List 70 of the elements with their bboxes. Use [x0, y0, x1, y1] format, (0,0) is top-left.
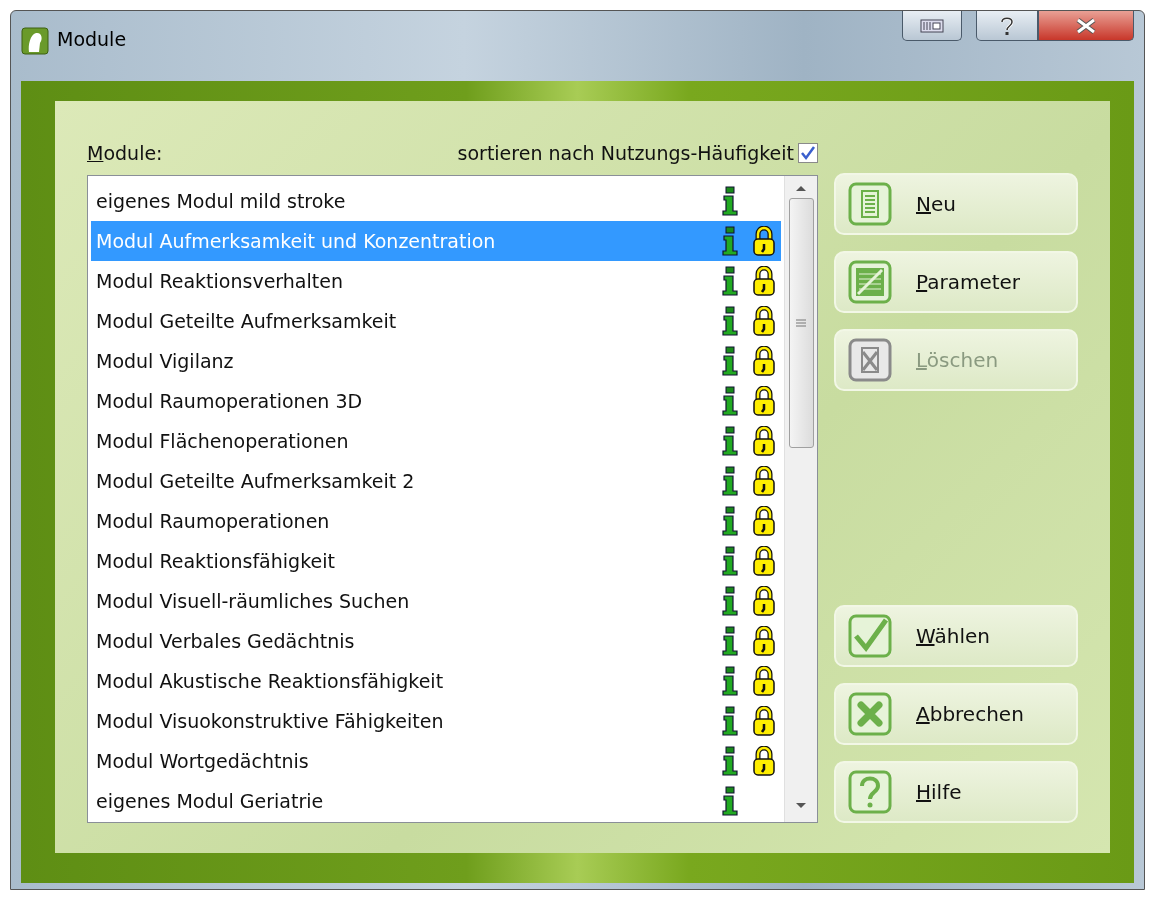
module-row[interactable]: Modul Vigilanz: [91, 341, 781, 381]
checkmark-icon: [848, 614, 892, 658]
edit-icon: [848, 260, 892, 304]
info-icon[interactable]: [722, 466, 738, 496]
module-row[interactable]: Modul Geteilte Aufmerksamkeit 2: [91, 461, 781, 501]
lock-icon: [752, 386, 776, 416]
info-icon[interactable]: [722, 306, 738, 336]
scrollbar[interactable]: [784, 176, 817, 822]
lock-icon: [752, 266, 776, 296]
info-icon[interactable]: [722, 626, 738, 656]
module-row[interactable]: Modul Raumoperationen 3D: [91, 381, 781, 421]
scroll-thumb[interactable]: [788, 198, 814, 448]
lock-icon: [752, 466, 776, 496]
dialog-button[interactable]: Wählen: [834, 605, 1078, 667]
lock-icon: [752, 666, 776, 696]
info-icon[interactable]: [722, 386, 738, 416]
window-title: Module: [57, 27, 127, 52]
lock-icon: [752, 586, 776, 616]
scroll-down-icon[interactable]: [795, 802, 807, 810]
module-row[interactable]: Modul Reaktionsverhalten: [91, 261, 781, 301]
info-icon[interactable]: [722, 666, 738, 696]
lock-icon: [752, 426, 776, 456]
lock-icon: [752, 626, 776, 656]
info-icon[interactable]: [722, 706, 738, 736]
module-row[interactable]: Modul Geteilte Aufmerksamkeit: [91, 301, 781, 341]
list-label: Module:: [87, 140, 163, 166]
info-icon[interactable]: [722, 586, 738, 616]
info-icon[interactable]: [722, 546, 738, 576]
checkbox-label: sortieren nach Nutzungs-Häufigkeit: [457, 140, 794, 166]
dialog-button[interactable]: Abbrechen: [834, 683, 1078, 745]
sort-checkbox[interactable]: [798, 143, 818, 163]
window-switch-icon: [920, 18, 944, 33]
info-icon[interactable]: [722, 746, 738, 776]
lock-icon: [752, 506, 776, 536]
module-row[interactable]: Modul Flächenoperationen: [91, 421, 781, 461]
close-button[interactable]: [1038, 11, 1134, 41]
help-icon: [1000, 15, 1014, 36]
info-icon[interactable]: [722, 506, 738, 536]
module-row[interactable]: eigenes Modul mild stroke: [91, 181, 781, 221]
module-row[interactable]: Modul Reaktionsfähigkeit: [91, 541, 781, 581]
dialog-button[interactable]: Neu: [834, 173, 1078, 235]
module-row[interactable]: Modul Visuell-räumliches Suchen: [91, 581, 781, 621]
module-row[interactable]: Modul Visuokonstruktive Fähigkeiten: [91, 701, 781, 741]
lock-icon: [752, 706, 776, 736]
document-icon: [848, 182, 892, 226]
info-icon[interactable]: [722, 426, 738, 456]
window-switch-button[interactable]: [902, 11, 962, 41]
info-icon[interactable]: [722, 346, 738, 376]
lock-icon: [752, 746, 776, 776]
dialog-button[interactable]: Parameter: [834, 251, 1078, 313]
dialog-button[interactable]: Hilfe: [834, 761, 1078, 823]
close-icon: [1075, 17, 1097, 34]
cancel-icon: [848, 692, 892, 736]
lock-icon: [752, 346, 776, 376]
delete-icon: [848, 338, 892, 382]
help-icon: [848, 770, 892, 814]
module-row[interactable]: Modul Wortgedächtnis: [91, 741, 781, 781]
module-row[interactable]: eigenes Modul Geriatrie: [91, 781, 781, 821]
info-icon[interactable]: [722, 186, 738, 216]
help-button[interactable]: [976, 11, 1038, 41]
app-icon: [21, 27, 49, 55]
lock-icon: [752, 546, 776, 576]
module-row[interactable]: Modul Akustische Reaktionsfähigkeit: [91, 661, 781, 701]
info-icon[interactable]: [722, 786, 738, 816]
module-row[interactable]: Modul Verbales Gedächtnis: [91, 621, 781, 661]
info-icon[interactable]: [722, 266, 738, 296]
lock-icon: [752, 226, 776, 256]
lock-icon: [752, 306, 776, 336]
module-row[interactable]: Modul Raumoperationen: [91, 501, 781, 541]
scroll-up-icon[interactable]: [795, 184, 807, 192]
